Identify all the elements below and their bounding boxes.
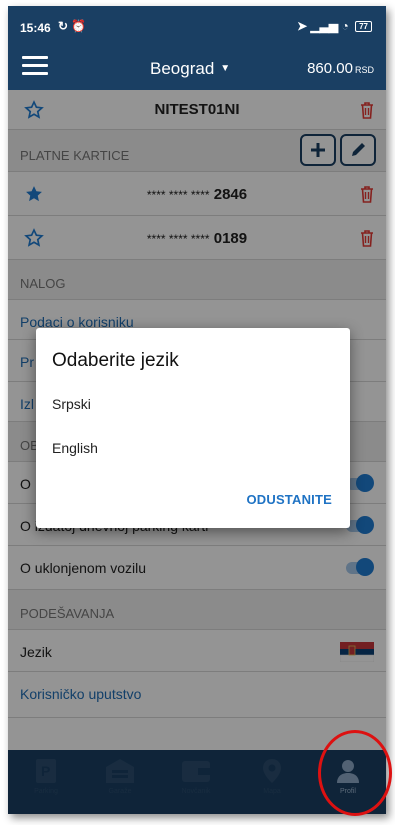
battery-icon: 77 xyxy=(355,21,372,32)
balance-currency: RSD xyxy=(354,65,374,75)
app-header: Beograd ▼ 860.00 RSD xyxy=(8,46,386,90)
status-right-icons: ➤ ▁▃▅ ◔ 77 xyxy=(297,19,372,33)
status-bar: 15:46 ↻ ⏰ ➤ ▁▃▅ ◔ 77 xyxy=(8,6,386,46)
language-option-serbian[interactable]: Srpski xyxy=(52,396,91,412)
status-time: 15:46 xyxy=(20,21,51,35)
no-sync-icon: ↻ xyxy=(58,19,69,33)
account-balance: 860.00 RSD xyxy=(307,60,374,77)
language-dialog: Odaberite jezik Srpski English ODUSTANIT… xyxy=(36,328,350,528)
signal-icon: ▁▃▅ xyxy=(310,19,339,33)
dialog-title: Odaberite jezik xyxy=(52,350,179,371)
wifi-icon: ◔ xyxy=(341,19,349,33)
phone-screen: 15:46 ↻ ⏰ ➤ ▁▃▅ ◔ 77 Beograd ▼ 860.00 RSD xyxy=(8,6,386,814)
city-dropdown[interactable]: Beograd ▼ xyxy=(150,59,230,79)
city-name: Beograd xyxy=(150,59,215,78)
annotation-circle xyxy=(318,730,392,816)
balance-amount: 860.00 xyxy=(307,60,353,77)
dropdown-caret-icon: ▼ xyxy=(220,63,231,74)
location-icon: ➤ xyxy=(297,19,308,33)
hamburger-menu-icon[interactable] xyxy=(22,56,48,78)
language-option-english[interactable]: English xyxy=(52,440,98,456)
status-left-icons: ↻ ⏰ xyxy=(58,19,86,33)
alarm-icon: ⏰ xyxy=(71,19,87,33)
cancel-button[interactable]: ODUSTANITE xyxy=(246,492,332,507)
